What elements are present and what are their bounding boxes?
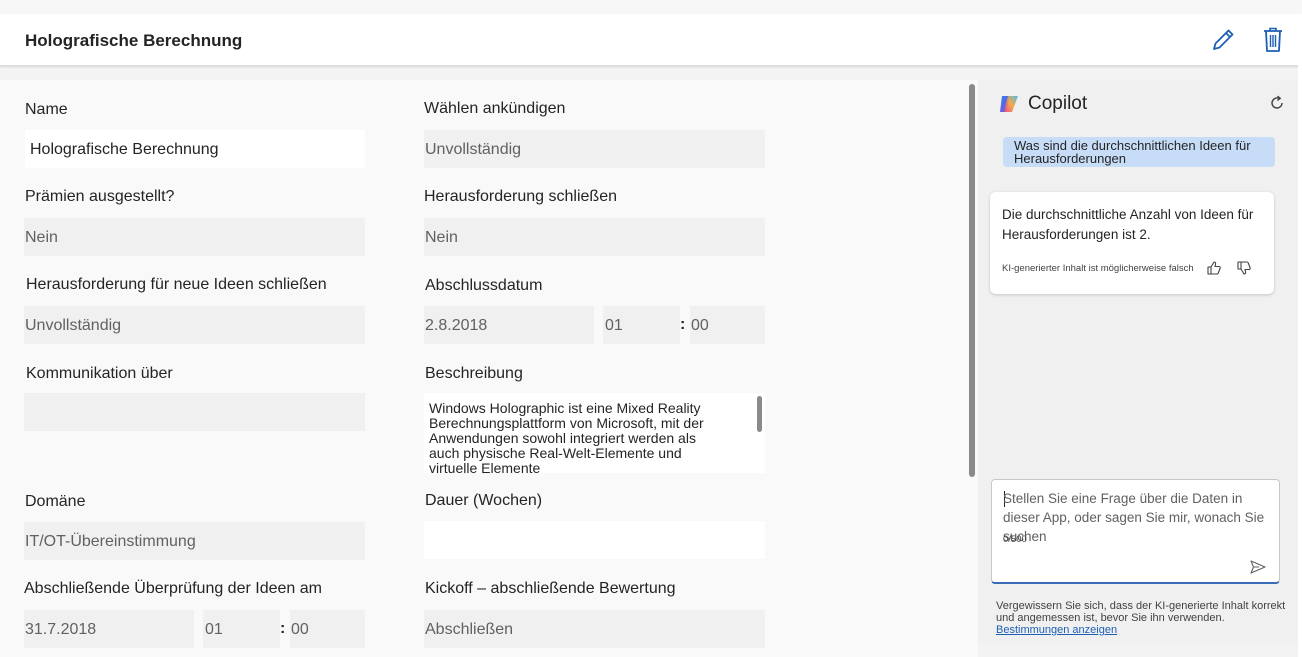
beschreibung-textarea[interactable]: Windows Holographic ist eine Mixed Reali… [424, 393, 765, 473]
copilot-footer-text: Vergewissern Sie sich, dass der KI-gener… [996, 600, 1286, 624]
refresh-icon[interactable] [1268, 94, 1286, 112]
abschlussdatum-time-separator: : [680, 316, 686, 333]
trash-icon[interactable] [1261, 26, 1287, 54]
form-scrollbar[interactable] [969, 84, 975, 477]
beschreibung-label: Beschreibung [425, 365, 523, 382]
abschlussdatum-minute-field[interactable]: 00 [690, 306, 765, 344]
dauer-field[interactable] [424, 521, 765, 559]
chat-input-placeholder[interactable]: Stellen Sie eine Frage über die Daten in… [1003, 489, 1273, 546]
ueberpruefung-date-field[interactable]: 31.7.2018 [24, 610, 194, 648]
name-label: Name [25, 101, 68, 118]
pencil-icon[interactable] [1209, 26, 1235, 54]
send-icon[interactable] [1249, 558, 1267, 576]
copilot-panel: Copilot Was sind die durchschnittlichen … [978, 80, 1298, 643]
bot-message-card: Die durchschnittliche Anzahl von Ideen f… [990, 192, 1274, 294]
neue-ideen-field[interactable]: Unvollständig [24, 306, 365, 344]
thumbs-up-icon[interactable] [1206, 260, 1222, 276]
herausforderung-schliessen-field[interactable]: Nein [424, 218, 765, 256]
kommunikation-field[interactable] [24, 393, 365, 431]
praemien-label: Prämien ausgestellt? [25, 188, 175, 205]
abschlussdatum-hour-field[interactable]: 01 [603, 306, 680, 344]
terms-link[interactable]: Bestimmungen anzeigen [996, 624, 1117, 636]
abschlussdatum-label: Abschlussdatum [425, 277, 543, 294]
top-strip [0, 0, 1302, 14]
copilot-logo-icon [998, 93, 1020, 115]
user-message: Was sind die durchschnittlichen Ideen fü… [1003, 137, 1275, 167]
bot-message-text: Die durchschnittliche Anzahl von Ideen f… [1002, 207, 1254, 242]
abschlussdatum-date-field[interactable]: 2.8.2018 [424, 306, 594, 344]
dauer-label: Dauer (Wochen) [425, 492, 543, 509]
ueberpruefung-time-separator: : [280, 620, 286, 637]
record-form: Name Holografische Berechnung Wählen ank… [0, 80, 978, 657]
thumbs-down-icon[interactable] [1236, 260, 1252, 276]
praemien-field[interactable]: Nein [24, 218, 365, 256]
kickoff-field[interactable]: Abschließen [424, 610, 765, 648]
char-counter: 0/500 [1003, 534, 1027, 545]
herausforderung-schliessen-label: Herausforderung schließen [424, 188, 617, 205]
waehlen-field[interactable]: Unvollständig [424, 130, 765, 168]
name-field[interactable]: Holografische Berechnung [25, 130, 365, 168]
domaene-label: Domäne [25, 493, 86, 510]
kommunikation-label: Kommunikation über [26, 365, 173, 382]
page-title: Holografische Berechnung [25, 31, 243, 50]
ai-disclaimer: KI-generierter Inhalt ist möglicherweise… [1002, 263, 1194, 274]
kickoff-label: Kickoff – abschließende Bewertung [425, 580, 676, 597]
copilot-title: Copilot [1028, 93, 1088, 114]
header-bar: Holografische Berechnung [0, 14, 1298, 66]
domaene-field[interactable]: IT/OT-Übereinstimmung [24, 522, 365, 560]
ueberpruefung-hour-field[interactable]: 01 [203, 610, 280, 648]
waehlen-label: Wählen ankündigen [424, 100, 566, 117]
ueberpruefung-label: Abschließende Überprüfung der Ideen am [24, 580, 322, 597]
chat-input-box[interactable]: Stellen Sie eine Frage über die Daten in… [991, 479, 1280, 584]
copilot-footer: Vergewissern Sie sich, dass der KI-gener… [996, 600, 1286, 636]
ueberpruefung-minute-field[interactable]: 00 [290, 610, 365, 648]
neue-ideen-label: Herausforderung für neue Ideen schließen [26, 276, 327, 293]
beschreibung-scrollbar[interactable] [757, 396, 762, 432]
right-edge [1298, 14, 1302, 657]
